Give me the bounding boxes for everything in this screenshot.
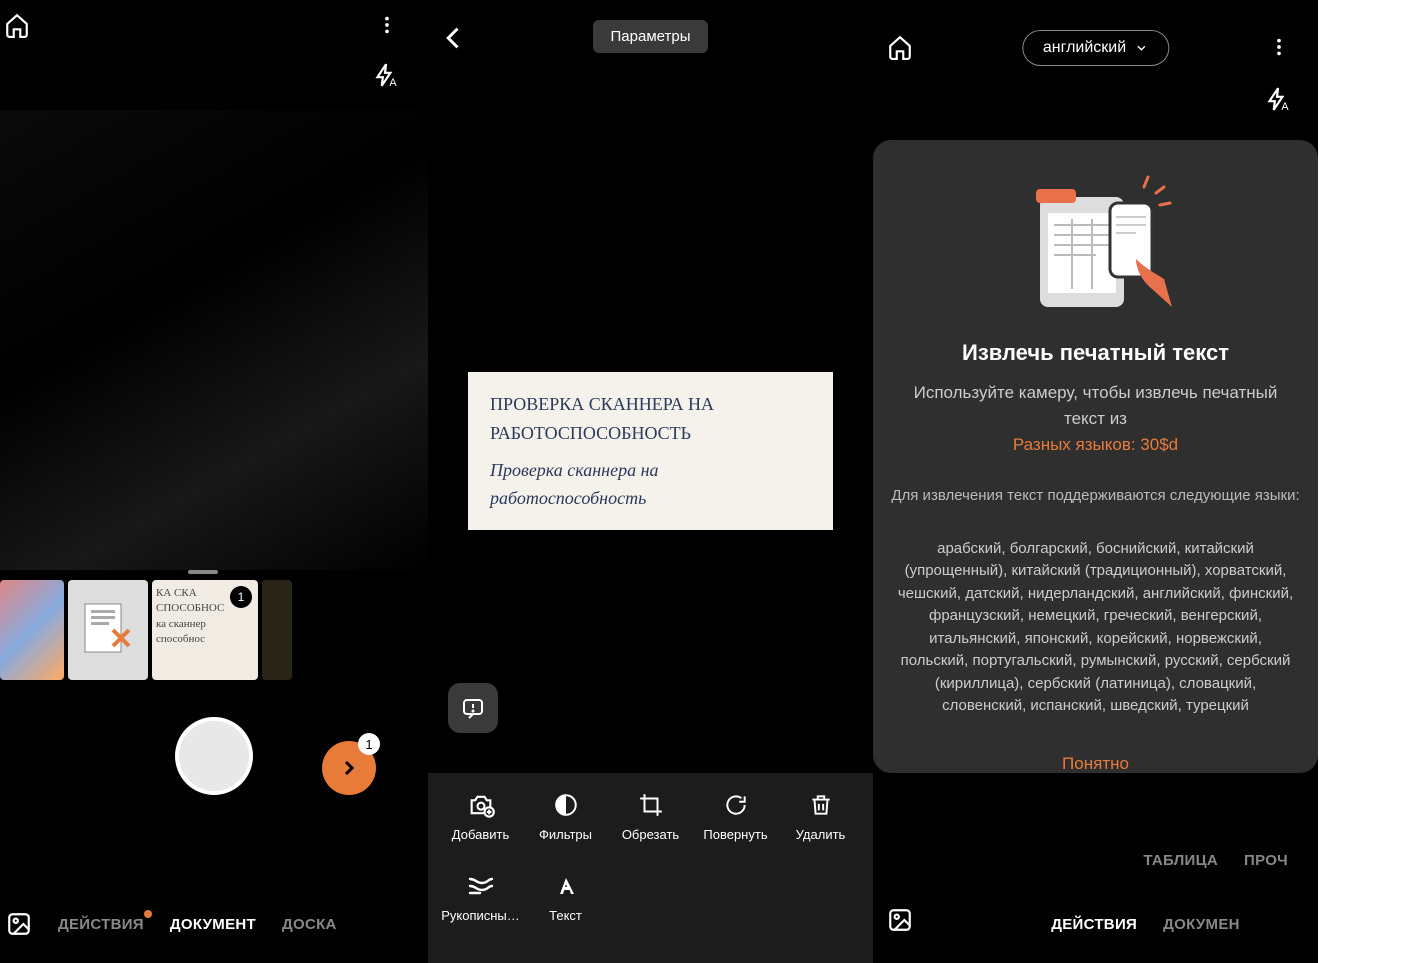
flash-auto-icon[interactable]: A <box>372 62 398 88</box>
filters-button[interactable]: Фильтры <box>523 791 608 862</box>
top-bar: английский A <box>873 0 1318 120</box>
camera-plus-icon <box>467 791 495 819</box>
languages-list: арабский, болгарский, боснийский, китайс… <box>891 538 1300 718</box>
mode-tabs: ДЕЙСТВИЯ ДОКУМЕН <box>873 916 1318 933</box>
card-title: Извлечь печатный текст <box>891 340 1300 366</box>
crop-button[interactable]: Обрезать <box>608 791 693 862</box>
rotate-icon <box>723 791 749 819</box>
tab-label: ДЕЙСТВИЯ <box>58 916 144 933</box>
promo-thumbnail[interactable]: Карманный сканер <box>68 580 148 680</box>
languages-intro: Для извлечения текст поддерживаются след… <box>891 485 1300 508</box>
language-count: Разных языков: 30$d <box>891 435 1300 455</box>
mode-tabs: ДЕЙСТВИЯ ДОКУМЕНТ ДОСКА <box>0 911 428 937</box>
tool-label: Обрезать <box>622 827 679 842</box>
screen-language-info: английский A <box>873 0 1318 963</box>
svg-text:A: A <box>389 77 397 88</box>
ok-button[interactable]: Понятно <box>891 754 1300 774</box>
next-button[interactable]: 1 <box>322 741 376 795</box>
more-icon[interactable] <box>376 14 398 36</box>
add-button[interactable]: Добавить <box>438 791 523 862</box>
edit-toolbar: Добавить Фильтры Обрезать Повернуть Удал… <box>428 773 873 963</box>
handwriting-icon <box>467 872 495 900</box>
scan-thumbnail[interactable]: КА СКА СПОСОБНОС ка сканнер способнос 1 <box>152 580 258 680</box>
back-icon[interactable] <box>440 24 468 52</box>
parameters-button[interactable]: Параметры <box>593 20 709 53</box>
tab-document[interactable]: ДОКУМЕНТ <box>170 916 256 933</box>
filters-icon <box>553 791 579 819</box>
tab-actions[interactable]: ДЕЙСТВИЯ <box>1051 916 1137 933</box>
trash-icon <box>808 791 834 819</box>
gallery-icon[interactable] <box>6 911 32 937</box>
info-card: Извлечь печатный текст Используйте камер… <box>873 140 1318 773</box>
promo-thumbnail[interactable]: анениям и общий доступ <box>0 580 64 680</box>
top-bar: A <box>0 0 428 110</box>
ink-button[interactable]: Рукописны… <box>438 872 523 943</box>
photo-text-line: Проверка сканнера на работоспособность <box>490 456 811 514</box>
screen-edit: Параметры ПРОВЕРКА СКАННЕРА НА РАБОТОСПО… <box>428 0 873 963</box>
notification-dot-icon <box>144 910 152 918</box>
svg-text:A: A <box>1281 101 1289 112</box>
count-badge: 1 <box>230 586 252 608</box>
rotate-button[interactable]: Повернуть <box>693 791 778 862</box>
tool-label: Добавить <box>452 827 509 842</box>
comment-button[interactable] <box>448 683 498 733</box>
card-subtitle: Используйте камеру, чтобы извлечь печатн… <box>891 380 1300 431</box>
shutter-button[interactable] <box>175 717 253 795</box>
scan-thumbnail[interactable] <box>262 580 292 680</box>
chevron-down-icon <box>1134 41 1148 55</box>
tool-label: Фильтры <box>539 827 592 842</box>
crop-icon <box>638 791 664 819</box>
thumb-text: КА СКА СПОСОБНОС ка сканнер способнос <box>156 587 224 645</box>
photo-text-line: ПРОВЕРКА СКАННЕРА НА РАБОТОСПОСОБНОСТЬ <box>490 390 811 448</box>
drag-handle-icon[interactable] <box>188 570 218 574</box>
bottom-bar: ДЕЙСТВИЯ ДОКУМЕН <box>873 833 1318 963</box>
screen-capture: A анениям и общий доступ Карманный скане… <box>0 0 428 963</box>
tool-label: Удалить <box>796 827 846 842</box>
thumbnail-strip: анениям и общий доступ Карманный сканер … <box>0 580 428 680</box>
camera-viewfinder[interactable] <box>0 110 428 570</box>
language-selector[interactable]: английский <box>1022 30 1169 66</box>
home-icon[interactable] <box>887 34 913 60</box>
tab-document[interactable]: ДОКУМЕН <box>1163 916 1240 933</box>
delete-button[interactable]: Удалить <box>778 791 863 862</box>
text-button[interactable]: Текст <box>523 872 608 943</box>
tool-label: Повернуть <box>703 827 767 842</box>
tab-board[interactable]: ДОСКА <box>282 916 337 933</box>
scanned-photo[interactable]: ПРОВЕРКА СКАННЕРА НА РАБОТОСПОСОБНОСТЬ П… <box>468 372 833 530</box>
flash-auto-icon[interactable]: A <box>1264 86 1290 112</box>
illustration-icon <box>891 164 1300 334</box>
tool-label: Текст <box>549 908 582 923</box>
tab-actions[interactable]: ДЕЙСТВИЯ <box>58 916 144 933</box>
tool-label: Рукописны… <box>441 908 520 923</box>
text-icon <box>554 872 578 900</box>
more-icon[interactable] <box>1268 36 1290 58</box>
count-badge: 1 <box>358 733 380 755</box>
language-label: английский <box>1043 39 1126 57</box>
home-icon[interactable] <box>4 12 30 38</box>
